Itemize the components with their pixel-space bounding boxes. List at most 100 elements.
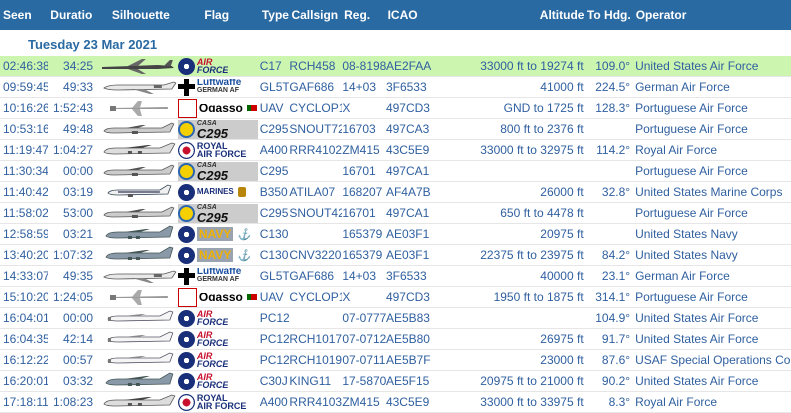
col-altitude[interactable]: Altitude (441, 8, 585, 22)
heading-cell: 314.1° (595, 290, 631, 304)
duration-cell: 53:00 (63, 206, 94, 220)
col-duration[interactable]: Duration (48, 8, 93, 22)
usmc-emblem-icon (237, 187, 246, 197)
table-row[interactable]: 10:53:16 49:48 CASA C295 C295 SNOUT72 16703 497… (0, 119, 791, 140)
operator-cell: Portuguese Air Force (635, 206, 748, 220)
operator-flag: Ogasso (177, 98, 258, 118)
operator-cell: United States Air Force (635, 374, 759, 388)
reg-cell: 14+03 (342, 80, 377, 94)
duration-cell: 03:19 (63, 185, 94, 199)
flag-text-line1: MARINES (196, 188, 234, 196)
casa-badge-icon (177, 204, 195, 222)
table-row[interactable]: 16:04:35 42:14 AIR FORCE PC12 RCH1017 07-0712 A… (0, 329, 791, 350)
usaf-roundel-icon (177, 372, 195, 390)
operator-flag: AIR FORCE (177, 372, 258, 391)
altitude-cell: 800 ft to 2376 ft (500, 122, 584, 136)
seen-cell: 09:59:45 (3, 80, 49, 94)
icao-cell: 497CA1 (385, 206, 430, 220)
operator-flag: AIR FORCE (177, 330, 258, 349)
type-cell: PC12 (259, 332, 290, 346)
table-row[interactable]: 16:12:22 00:57 AIR FORCE PC12 RCH1019 07-0711 A… (0, 350, 791, 371)
reg-cell: 165379 (342, 227, 383, 241)
duration-cell: 1:04:27 (53, 143, 94, 157)
icao-cell: AE5B80 (385, 332, 430, 346)
icao-cell: AE5B83 (385, 311, 430, 325)
casa-badge-icon (177, 162, 195, 180)
col-seen[interactable]: Seen (0, 8, 48, 22)
altitude-cell: 26975 ft (540, 332, 584, 346)
type-cell: B350 (259, 185, 288, 199)
seen-cell: 16:04:35 (3, 332, 49, 346)
col-callsign[interactable]: Callsign (291, 8, 344, 22)
flag-text-line2: C295 (196, 209, 228, 223)
table-row[interactable]: 11:58:02 53:00 CASA C295 C295 SNOUT42 16701 497… (0, 203, 791, 224)
col-reg[interactable]: Reg. (344, 8, 387, 22)
col-type[interactable]: Type (260, 8, 292, 22)
table-row[interactable]: 13:40:20 1:07:32 NAVY ⚓ C130 CNV3220 165379 AE0… (0, 245, 791, 266)
table-row[interactable]: 17:18:11 1:08:23 ROYAL AIR FORCE A400 RRR4103… (0, 392, 791, 413)
icao-cell: 497CA3 (385, 122, 430, 136)
portugal-flag-icon (246, 294, 257, 300)
table-row[interactable]: 11:30:34 00:00 CASA C295 C295 16701 497CA1 Port… (0, 161, 791, 182)
icao-cell: AE03F1 (385, 248, 430, 262)
altitude-cell: 33000 ft to 32975 ft (480, 143, 584, 157)
icao-cell: 3F6533 (385, 80, 427, 94)
duration-cell: 03:21 (63, 227, 94, 241)
type-cell: UAV (259, 290, 284, 304)
table-row[interactable]: 10:16:26 1:52:43 Ogasso UAV CYCLOP1 X 497CD3 GN… (0, 98, 791, 119)
table-row[interactable]: 15:10:20 1:24:05 Ogasso UAV CYCLOP1 X 497CD3 19… (0, 287, 791, 308)
aircraft-table-body: 02:46:38 34:25 AIR FORCE C17 RCH458 08-8198 AE2… (0, 56, 791, 413)
duration-cell: 42:14 (63, 332, 94, 346)
callsign-cell: RCH1019 (289, 353, 343, 367)
table-row[interactable]: 12:58:59 03:21 NAVY ⚓ C130 165379 AE03F1 20975 … (0, 224, 791, 245)
type-cell: C295 (259, 164, 289, 178)
callsign-cell: RCH1017 (289, 332, 343, 346)
table-row[interactable]: 16:20:01 03:32 AIR FORCE C30J KING11 17-5870 AE… (0, 371, 791, 392)
duration-cell: 03:32 (63, 374, 94, 388)
callsign-cell: CYCLOP1 (289, 101, 343, 115)
flag-text-line2: AIR FORCE (196, 401, 247, 411)
table-row[interactable]: 11:40:42 03:19 MARINES B350 ATILA07 168207 AF4… (0, 182, 791, 203)
operator-cell: United States Air Force (635, 311, 759, 325)
reg-cell: 168207 (342, 185, 383, 199)
portugal-flag-icon (246, 105, 257, 111)
col-operator[interactable]: Operator (631, 8, 791, 22)
seen-cell: 10:53:16 (3, 122, 49, 136)
col-flag[interactable]: Flag (178, 8, 259, 22)
duration-cell: 00:00 (63, 311, 94, 325)
aircraft-silhouette-icon (98, 162, 178, 181)
type-cell: C130 (259, 248, 289, 262)
duration-cell: 1:52:43 (53, 101, 94, 115)
icao-cell: 43C5E9 (385, 143, 430, 157)
reg-cell: 16701 (342, 164, 376, 178)
operator-flag: AIR FORCE (177, 351, 258, 370)
table-row[interactable]: 09:59:45 49:33 Luftwaffe GERMAN AF GL5T GAF68… (0, 77, 791, 98)
operator-flag: CASA C295 (177, 119, 258, 139)
col-silhouette[interactable]: Silhouette (98, 8, 179, 22)
col-icao[interactable]: ICAO (388, 8, 442, 22)
icao-cell: AE5F15 (385, 374, 430, 388)
usn-roundel-icon (177, 246, 195, 264)
operator-flag: NAVY ⚓ (177, 246, 258, 265)
table-row[interactable]: 11:19:47 1:04:27 ROYAL AIR FORCE A400 RRR4102… (0, 140, 791, 161)
table-row[interactable]: 02:46:38 34:25 AIR FORCE C17 RCH458 08-8198 AE2… (0, 56, 791, 77)
col-to-hdg[interactable]: To Hdg. (584, 8, 631, 22)
flag-text-line2: C295 (196, 125, 228, 139)
table-row[interactable]: 14:33:07 49:35 Luftwaffe GERMAN AF GL5T GAF68… (0, 266, 791, 287)
type-cell: C295 (259, 206, 289, 220)
aircraft-silhouette-icon (98, 267, 178, 286)
usaf-roundel-icon (177, 57, 195, 75)
operator-cell: Portuguese Air Force (635, 290, 748, 304)
operator-cell: German Air Force (635, 80, 730, 94)
aircraft-silhouette-icon (98, 78, 178, 97)
operator-flag: AIR FORCE (177, 309, 258, 328)
operator-cell: Portuguese Air Force (635, 164, 748, 178)
flag-text-line1: NAVY (198, 248, 232, 262)
table-row[interactable]: 16:04:01 00:00 AIR FORCE PC12 07-0777 AE5B83 10… (0, 308, 791, 329)
operator-cell: Portuguese Air Force (635, 101, 748, 115)
reg-cell: X (342, 101, 351, 115)
heading-cell: 87.6° (601, 353, 631, 367)
altitude-cell: 1950 ft to 1875 ft (493, 290, 584, 304)
operator-flag: MARINES (177, 183, 258, 202)
flag-text-line2: AIR FORCE (196, 149, 247, 159)
